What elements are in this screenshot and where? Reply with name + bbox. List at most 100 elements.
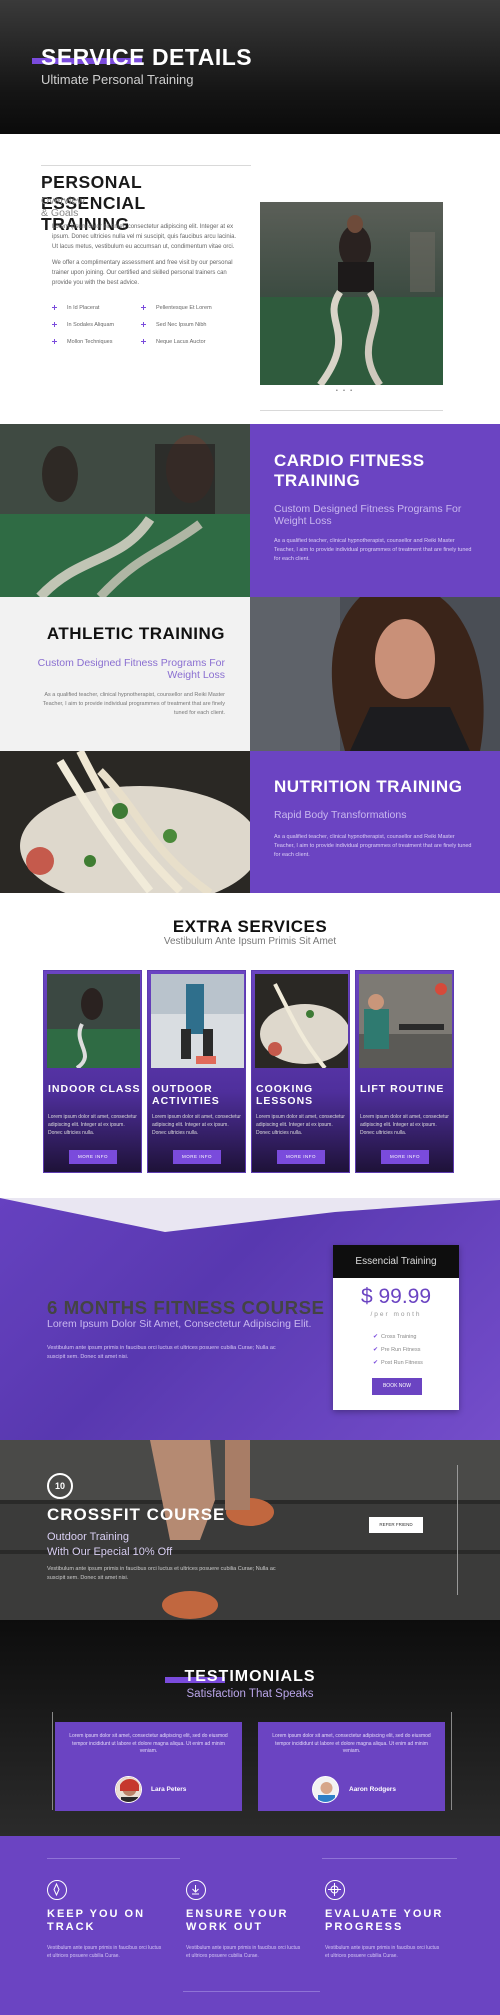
feature-item: In Id Placerat — [52, 305, 99, 311]
service-card-text: Lorem ipsum dolor sit amet, consectetur … — [360, 1114, 449, 1136]
service-card-title: OUTDOOR ACTIVITIES — [152, 1083, 220, 1107]
service-card-title: INDOOR CLASS — [48, 1083, 141, 1095]
kettlebell-icon: 10 — [47, 1473, 73, 1499]
crossfit-subtitle-1: Outdoor Training — [47, 1531, 129, 1543]
more-info-button[interactable]: MORE INFO — [173, 1150, 221, 1164]
badge-number: 10 — [54, 1481, 65, 1491]
feature-item: Sed Nec Ipsum Nibh — [141, 322, 206, 328]
testimonial-text: Lorem ipsum dolor sit amet, consectetur … — [69, 1733, 228, 1754]
feature-item: Mollon Techniques — [52, 339, 112, 345]
goal-title: EVALUATE YOUR PROGRESS — [325, 1908, 444, 1933]
nutrition-section: NUTRITION TRAINING Rapid Body Transforma… — [0, 751, 500, 893]
lift-routine-photo — [359, 974, 452, 1068]
avatar — [312, 1776, 339, 1803]
extra-services-subtitle: Vestibulum Ante Ipsum Primis Sit Amet — [163, 936, 337, 947]
athletic-title: ATHLETIC TRAINING — [46, 624, 225, 643]
divider — [457, 1465, 458, 1595]
testimonials-title: TESTIMONIALS — [184, 1668, 316, 1685]
compass-icon — [47, 1880, 67, 1900]
refer-friend-button[interactable]: REFER FRIEND — [369, 1517, 423, 1533]
athletic-text: As a qualified teacher, clinical hypnoth… — [42, 692, 225, 716]
personal-paragraph-1: Lorem ipsum dolor sit amet, consectetur … — [52, 224, 237, 250]
pricing-card: Essencial Training $ 99.99 /per month ✔ C… — [333, 1245, 459, 1410]
hero-section: SERVICE DETAILS Ultimate Personal Traini… — [0, 0, 500, 134]
plus-icon — [52, 305, 57, 311]
check-icon: ✔ — [373, 1334, 379, 1340]
divider — [260, 410, 443, 411]
divider — [52, 1712, 53, 1810]
divider — [41, 165, 251, 166]
check-icon: ✔ — [373, 1360, 379, 1366]
plus-icon — [141, 305, 146, 311]
download-icon — [186, 1880, 206, 1900]
goal-text: Vestibulum ante ipsum primis in faucibus… — [325, 1945, 440, 1959]
service-card-title: LIFT ROUTINE — [360, 1083, 445, 1095]
noodles-photo — [0, 751, 250, 893]
testimonial-name: Aaron Rodgers — [349, 1786, 396, 1793]
battle-ropes-photo — [260, 202, 443, 385]
plus-icon — [141, 339, 146, 345]
nutrition-panel — [250, 751, 500, 893]
testimonial-card: Lorem ipsum dolor sit amet, consectetur … — [55, 1722, 242, 1811]
feature-item: Pellentesque Et Lorem — [141, 305, 212, 311]
page: SERVICE DETAILS Ultimate Personal Traini… — [0, 0, 500, 2015]
cooking-lessons-photo — [255, 974, 348, 1068]
goal-title: ENSURE YOUR WORK OUT — [186, 1908, 289, 1933]
divider — [183, 1991, 320, 1992]
service-card: INDOOR CLASS Lorem ipsum dolor sit amet,… — [43, 970, 142, 1173]
page-subtitle: Ultimate Personal Training — [41, 72, 194, 87]
goal-text: Vestibulum ante ipsum primis in faucibus… — [186, 1945, 301, 1959]
divider — [451, 1712, 452, 1810]
goal-text: Vestibulum ante ipsum primis in faucibus… — [47, 1945, 162, 1959]
pricing-feature: ✔ Pre Run Fitness — [373, 1347, 421, 1353]
plus-icon — [52, 339, 57, 345]
indoor-class-photo — [47, 974, 140, 1068]
price-period: /per month — [370, 1311, 422, 1318]
athletic-subtitle: Custom Designed Fitness Programs For Wei… — [37, 657, 225, 681]
outdoor-activities-photo — [151, 974, 244, 1068]
more-info-button[interactable]: MORE INFO — [381, 1150, 429, 1164]
cardio-text: As a qualified teacher, clinical hypnoth… — [274, 538, 472, 562]
more-info-button[interactable]: MORE INFO — [277, 1150, 325, 1164]
nutrition-subtitle: Rapid Body Transformations — [274, 809, 407, 821]
divider — [322, 1858, 457, 1859]
goal-title: KEEP YOU ON TRACK — [47, 1908, 146, 1933]
plus-icon — [52, 322, 57, 328]
feature-item: Neque Lacus Auctor — [141, 339, 206, 345]
crossfit-title: CROSSFIT COURSE — [47, 1505, 226, 1524]
pricing-feature: ✔ Cross Training — [373, 1334, 417, 1340]
service-card-text: Lorem ipsum dolor sit amet, consectetur … — [48, 1114, 137, 1136]
service-card-title: COOKING LESSONS — [256, 1083, 314, 1107]
plus-icon — [141, 322, 146, 328]
athlete-woman-photo — [250, 597, 500, 751]
service-card: OUTDOOR ACTIVITIES Lorem ipsum dolor sit… — [147, 970, 246, 1173]
price-amount: $ 99.99 — [360, 1285, 432, 1308]
book-now-button[interactable]: BOOK NOW — [372, 1378, 422, 1395]
personal-subtitle: Overview & Goals — [41, 195, 85, 219]
testimonial-name: Lara Peters — [151, 1786, 187, 1793]
check-icon: ✔ — [373, 1347, 379, 1353]
course-subtitle: Lorem Ipsum Dolor Sit Amet, Consectetur … — [47, 1318, 312, 1330]
page-title: SERVICE DETAILS — [41, 44, 253, 70]
crosshair-icon — [325, 1880, 345, 1900]
feature-item: In Sodales Aliquam — [52, 322, 114, 328]
personal-paragraph-2: We offer a complimentary assessment and … — [52, 260, 233, 286]
nutrition-text: As a qualified teacher, clinical hypnoth… — [274, 834, 472, 858]
more-info-button[interactable]: MORE INFO — [69, 1150, 117, 1164]
course-title: 6 MONTHS FITNESS COURSE — [47, 1297, 325, 1318]
testimonials-subtitle: Satisfaction That Speaks — [186, 1688, 314, 1700]
cardio-subtitle: Custom Designed Fitness Programs For Wei… — [274, 503, 462, 527]
testimonial-card: Lorem ipsum dolor sit amet, consectetur … — [258, 1722, 445, 1811]
course-text: Vestibulum ante ipsum primis in faucibus… — [47, 1345, 276, 1360]
service-card: COOKING LESSONS Lorem ipsum dolor sit am… — [251, 970, 350, 1173]
service-card: LIFT ROUTINE Lorem ipsum dolor sit amet,… — [355, 970, 454, 1173]
testimonial-text: Lorem ipsum dolor sit amet, consectetur … — [272, 1733, 431, 1754]
crossfit-subtitle-2: With Our Epecial 10% Off — [47, 1546, 173, 1558]
athletic-section: ATHLETIC TRAINING Custom Designed Fitnes… — [0, 597, 500, 751]
carousel-dots[interactable]: • • • — [336, 388, 354, 394]
nutrition-title: NUTRITION TRAINING — [274, 777, 463, 796]
cardio-ropes-photo — [0, 424, 250, 597]
cardio-title: CARDIO FITNESS TRAINING — [274, 451, 425, 490]
pricing-header: Essencial Training — [333, 1245, 459, 1278]
divider — [47, 1858, 180, 1859]
